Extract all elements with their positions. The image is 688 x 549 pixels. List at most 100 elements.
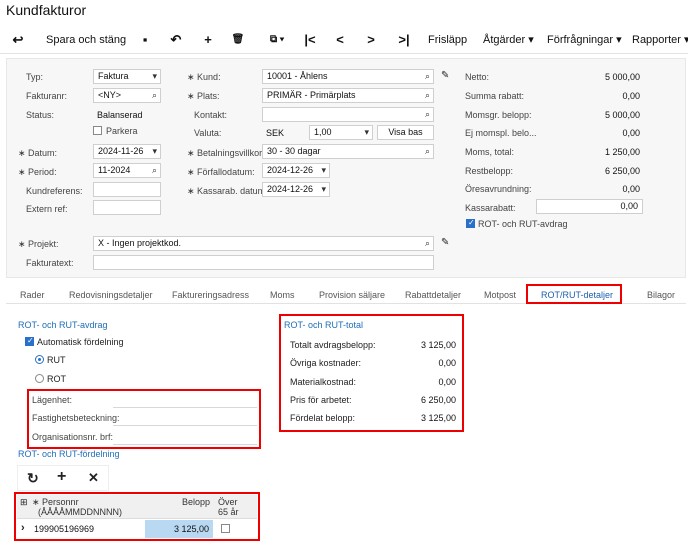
edit-pencil-icon[interactable]: ✎ [441, 237, 449, 248]
customer-ref-label: Kundreferens: [26, 186, 83, 196]
release-button[interactable]: Frisläpp [428, 32, 467, 48]
first-record-icon[interactable]: |< [303, 32, 317, 48]
exempt-label: Ej momspl. belo... [465, 128, 537, 138]
invoice-text-label: Fakturatext: [26, 258, 74, 268]
delete-icon[interactable]: 🗑 [231, 32, 245, 48]
search-icon[interactable]: ⌕ [152, 89, 157, 102]
add-row-icon[interactable]: + [57, 468, 66, 486]
period-value: 11-2024 [98, 165, 131, 175]
cash-discount-label: Kassarabatt: [465, 203, 516, 213]
delete-row-icon[interactable]: ✕ [88, 470, 99, 486]
date-value: 2024-11-26 [98, 146, 144, 156]
balance-value: 6 250,00 [604, 166, 640, 176]
date-field[interactable]: 2024-11-26 ▾ [93, 144, 161, 159]
contact-label: Kontakt: [194, 110, 228, 120]
vat-total-label: Moms, total: [465, 147, 515, 157]
tab-attachments[interactable]: Bilagor [647, 290, 675, 300]
tab-discounts[interactable]: Rabattdetaljer [405, 290, 461, 300]
search-icon[interactable]: ⌕ [152, 164, 157, 177]
tab-commissions[interactable]: Provision säljare [319, 290, 385, 300]
hold-checkbox[interactable] [93, 126, 102, 135]
balance-label: Restbelopp: [465, 166, 514, 176]
tab-billing-address[interactable]: Faktureringsadress [172, 290, 249, 300]
auto-distribution-label: Automatisk fördelning [37, 337, 124, 347]
type-select[interactable]: Faktura ▾ [93, 69, 161, 84]
reports-menu[interactable]: Rapporter ▾ [632, 32, 688, 48]
location-label: Plats: [187, 91, 220, 102]
customer-label: Kund: [187, 72, 221, 83]
currency-rate-value: 1,00 [314, 127, 332, 137]
tab-applications[interactable]: Motpost [484, 290, 516, 300]
search-icon[interactable]: ⌕ [425, 145, 430, 158]
chevron-down-icon: ▾ [321, 165, 326, 175]
invoice-nbr-field[interactable]: <NY> ⌕ [93, 88, 161, 103]
project-label: Projekt: [18, 239, 59, 250]
location-field[interactable]: PRIMÄR - Primärplats ⌕ [262, 88, 434, 103]
taxable-value: 5 000,00 [604, 110, 640, 120]
chevron-down-icon: ▾ [152, 71, 157, 81]
due-date-field[interactable]: 2024-12-26 ▾ [262, 163, 330, 178]
last-record-icon[interactable]: >| [397, 32, 411, 48]
search-icon[interactable]: ⌕ [425, 89, 430, 102]
inquiries-menu[interactable]: Förfrågningar ▾ [547, 32, 622, 48]
invoice-nbr-label: Fakturanr: [26, 91, 68, 101]
vat-total-value: 1 250,00 [604, 147, 640, 157]
tab-taxes[interactable]: Moms [270, 290, 295, 300]
customer-ref-field[interactable] [93, 182, 161, 197]
period-field[interactable]: 11-2024 ⌕ [93, 163, 161, 178]
currency-value: SEK [266, 128, 285, 138]
next-record-icon[interactable]: > [366, 32, 376, 48]
search-icon[interactable]: ⌕ [425, 108, 430, 121]
undo-icon[interactable]: ↶ [169, 32, 183, 48]
rounding-value: 0,00 [622, 184, 640, 194]
type-label: Typ: [26, 72, 44, 82]
discount-date-label: Kassarab. datum: [187, 186, 268, 197]
exempt-value: 0,00 [622, 128, 640, 138]
prev-record-icon[interactable]: < [335, 32, 345, 48]
copy-paste-icon[interactable]: ⧉ ▾ [264, 32, 290, 48]
refresh-icon[interactable]: ↻ [27, 470, 39, 487]
tab-lines[interactable]: Rader [20, 290, 45, 300]
external-ref-field[interactable] [93, 200, 161, 215]
currency-label: Valuta: [194, 128, 222, 138]
chevron-down-icon: ▾ [321, 184, 326, 194]
contact-field[interactable]: ⌕ [262, 107, 434, 122]
add-icon[interactable]: + [201, 32, 215, 48]
terms-label: Betalningsvillkor: [187, 148, 265, 159]
grid-highlight-box [14, 492, 260, 541]
net-value: 5 000,00 [604, 72, 640, 82]
date-label: Datum: [18, 148, 57, 159]
rot-rut-label: ROT- och RUT-avdrag [478, 219, 568, 229]
invoice-nbr-value: <NY> [98, 90, 122, 100]
invoice-text-field[interactable] [93, 255, 434, 270]
tab-financial[interactable]: Redovisningsdetaljer [69, 290, 153, 300]
back-icon[interactable]: ↩ [10, 32, 26, 48]
rot-label: ROT [47, 374, 66, 384]
currency-rate-field[interactable]: 1,00 ▾ [309, 125, 373, 140]
actions-menu[interactable]: Åtgärder ▾ [483, 32, 534, 48]
chevron-down-icon: ▾ [152, 146, 157, 156]
rot-rut-checkbox[interactable] [466, 218, 475, 228]
toolbar: ↩ Spara och stäng ▪ ↶ + 🗑 ⧉ ▾ |< < > >| … [0, 26, 688, 54]
hold-label: Parkera [106, 126, 138, 136]
property-highlight-box [27, 389, 261, 449]
status-label: Status: [26, 110, 55, 120]
auto-distribution-checkbox[interactable] [25, 336, 34, 346]
net-label: Netto: [465, 72, 490, 82]
project-field[interactable]: X - Ingen projektkod. ⌕ [93, 236, 434, 251]
customer-field[interactable]: 10001 - Åhlens ⌕ [262, 69, 434, 84]
search-icon[interactable]: ⌕ [425, 237, 430, 250]
external-ref-label: Extern ref: [26, 204, 68, 214]
rot-radio[interactable] [35, 374, 44, 383]
terms-field[interactable]: 30 - 30 dagar ⌕ [262, 144, 434, 159]
search-icon[interactable]: ⌕ [425, 70, 430, 83]
rut-radio[interactable] [35, 355, 44, 364]
discount-date-value: 2024-12-26 [267, 184, 314, 194]
save-icon[interactable]: ▪ [138, 32, 152, 48]
discount-date-field[interactable]: 2024-12-26 ▾ [262, 182, 330, 197]
view-base-button[interactable]: Visa bas [377, 125, 434, 140]
edit-pencil-icon[interactable]: ✎ [441, 70, 449, 81]
cash-discount-field[interactable]: 0,00 [536, 199, 643, 214]
save-close-button[interactable]: Spara och stäng [46, 32, 126, 48]
page-title: Kundfakturor [6, 2, 87, 18]
